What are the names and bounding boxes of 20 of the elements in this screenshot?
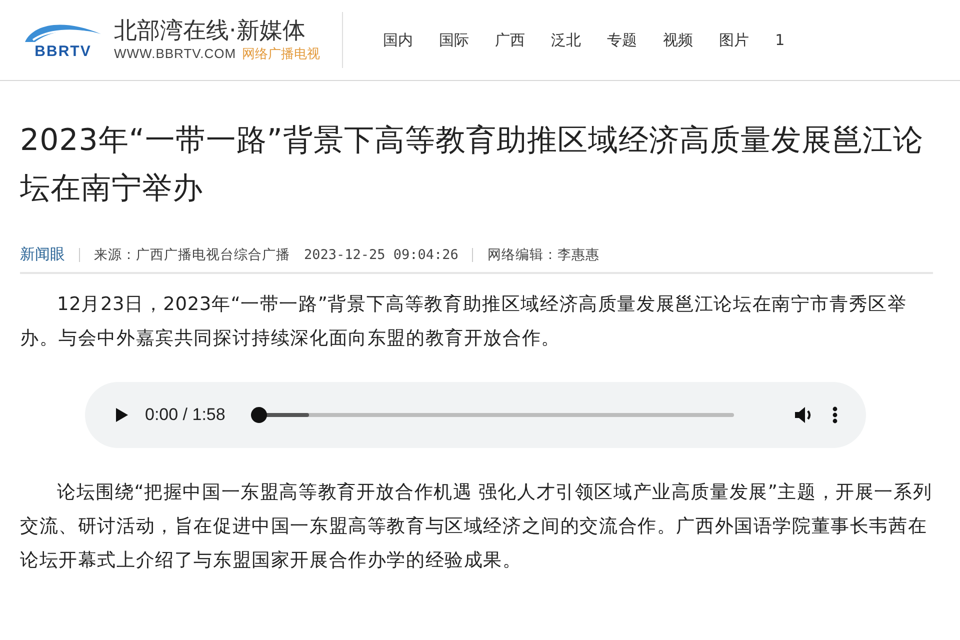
logo-text: BBRTV	[34, 44, 92, 60]
editor-text: 网络编辑：李惠惠	[487, 246, 600, 264]
nav-link[interactable]: 专题	[607, 30, 638, 50]
article-paragraph: 12月23日，2023年“一带一路”背景下高等教育助推区域经济高质量发展邕江论坛在南宁市青秀区举办。与会中外嘉宾共同探讨持续深化面向东盟的教育开放合作。	[20, 293, 908, 351]
nav-link[interactable]: 广西	[495, 30, 526, 50]
nav-link[interactable]: 视频	[663, 30, 694, 50]
nav-link[interactable]: 图片	[719, 30, 750, 50]
site-tagline: 网络广播电视	[242, 46, 320, 63]
site-name: 北部湾在线·新媒体	[114, 17, 306, 45]
source-text: 来源：广西广播电视台综合广播	[94, 246, 290, 264]
publish-time: 2023-12-25 09:04:26	[304, 246, 458, 262]
channel-link[interactable]: 新闻眼	[20, 245, 65, 264]
site-url: WWW.BBRTV.COM	[114, 46, 236, 61]
nav-link[interactable]: 泛北	[551, 30, 582, 50]
article-title: 2023年“一带一路”背景下高等教育助推区域经济高质量发展邕江论坛在南宁举办	[20, 122, 924, 208]
nav-link[interactable]: 国际	[439, 30, 470, 50]
playback-time: 0:00 / 1:58	[145, 405, 226, 425]
nav-link[interactable]: 1	[775, 30, 785, 50]
nav-link[interactable]: 国内	[383, 30, 414, 50]
article-paragraph: 论坛围绕“把握中国一东盟高等教育开放合作机遇 强化人才引领区域产业高质量发展”主题，开展一系列交流、研讨活动，旨在促进中国一东盟高等教育与区域经济之间的交流合作。广西外国语学院董事长韦茜在论坛开幕式上介绍了与东盟国家开展合作办学的经验成果。	[20, 481, 933, 573]
